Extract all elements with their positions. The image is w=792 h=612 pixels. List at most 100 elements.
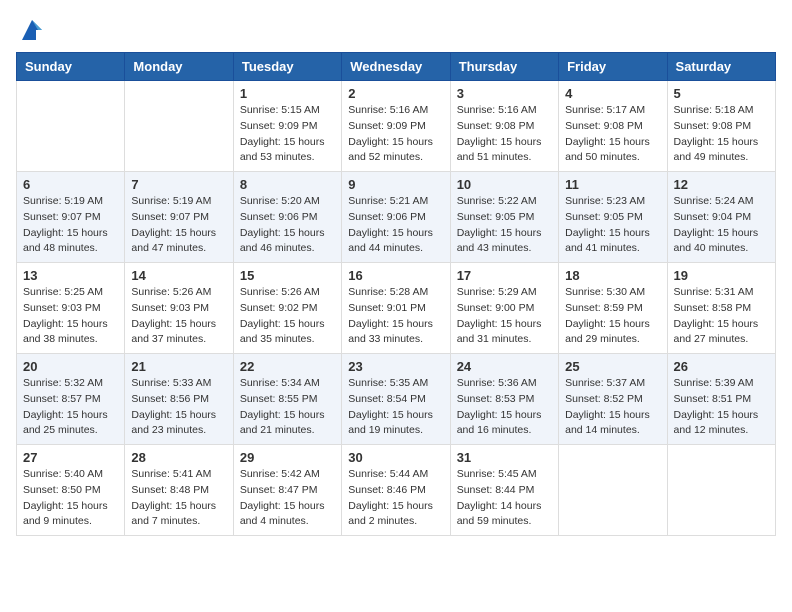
day-number: 1 — [240, 86, 335, 101]
weekday-header-wednesday: Wednesday — [342, 53, 450, 81]
logo-icon — [18, 16, 46, 44]
day-info: Sunrise: 5:31 AMSunset: 8:58 PMDaylight:… — [674, 285, 769, 348]
day-number: 26 — [674, 359, 769, 374]
calendar-cell: 22 Sunrise: 5:34 AMSunset: 8:55 PMDaylig… — [233, 354, 341, 445]
calendar-cell: 27 Sunrise: 5:40 AMSunset: 8:50 PMDaylig… — [17, 445, 125, 536]
day-info: Sunrise: 5:36 AMSunset: 8:53 PMDaylight:… — [457, 376, 552, 439]
calendar-cell: 18 Sunrise: 5:30 AMSunset: 8:59 PMDaylig… — [559, 263, 667, 354]
day-info: Sunrise: 5:23 AMSunset: 9:05 PMDaylight:… — [565, 194, 660, 257]
calendar-week-row: 1 Sunrise: 5:15 AMSunset: 9:09 PMDayligh… — [17, 81, 776, 172]
day-info: Sunrise: 5:19 AMSunset: 9:07 PMDaylight:… — [131, 194, 226, 257]
calendar-cell: 1 Sunrise: 5:15 AMSunset: 9:09 PMDayligh… — [233, 81, 341, 172]
calendar-cell: 15 Sunrise: 5:26 AMSunset: 9:02 PMDaylig… — [233, 263, 341, 354]
calendar-cell: 5 Sunrise: 5:18 AMSunset: 9:08 PMDayligh… — [667, 81, 775, 172]
day-info: Sunrise: 5:26 AMSunset: 9:02 PMDaylight:… — [240, 285, 335, 348]
calendar-cell: 12 Sunrise: 5:24 AMSunset: 9:04 PMDaylig… — [667, 172, 775, 263]
day-number: 17 — [457, 268, 552, 283]
day-number: 19 — [674, 268, 769, 283]
page-header — [16, 16, 776, 44]
day-info: Sunrise: 5:39 AMSunset: 8:51 PMDaylight:… — [674, 376, 769, 439]
day-number: 25 — [565, 359, 660, 374]
day-info: Sunrise: 5:25 AMSunset: 9:03 PMDaylight:… — [23, 285, 118, 348]
calendar-cell: 28 Sunrise: 5:41 AMSunset: 8:48 PMDaylig… — [125, 445, 233, 536]
day-number: 9 — [348, 177, 443, 192]
day-number: 13 — [23, 268, 118, 283]
calendar-cell — [559, 445, 667, 536]
day-number: 12 — [674, 177, 769, 192]
calendar-cell: 13 Sunrise: 5:25 AMSunset: 9:03 PMDaylig… — [17, 263, 125, 354]
day-number: 24 — [457, 359, 552, 374]
day-info: Sunrise: 5:33 AMSunset: 8:56 PMDaylight:… — [131, 376, 226, 439]
day-info: Sunrise: 5:19 AMSunset: 9:07 PMDaylight:… — [23, 194, 118, 257]
day-info: Sunrise: 5:16 AMSunset: 9:09 PMDaylight:… — [348, 103, 443, 166]
day-number: 5 — [674, 86, 769, 101]
day-info: Sunrise: 5:32 AMSunset: 8:57 PMDaylight:… — [23, 376, 118, 439]
day-info: Sunrise: 5:42 AMSunset: 8:47 PMDaylight:… — [240, 467, 335, 530]
calendar-cell: 7 Sunrise: 5:19 AMSunset: 9:07 PMDayligh… — [125, 172, 233, 263]
day-number: 8 — [240, 177, 335, 192]
calendar-cell: 26 Sunrise: 5:39 AMSunset: 8:51 PMDaylig… — [667, 354, 775, 445]
calendar-cell: 4 Sunrise: 5:17 AMSunset: 9:08 PMDayligh… — [559, 81, 667, 172]
day-number: 11 — [565, 177, 660, 192]
day-info: Sunrise: 5:18 AMSunset: 9:08 PMDaylight:… — [674, 103, 769, 166]
calendar-cell — [125, 81, 233, 172]
calendar-cell: 3 Sunrise: 5:16 AMSunset: 9:08 PMDayligh… — [450, 81, 558, 172]
day-info: Sunrise: 5:37 AMSunset: 8:52 PMDaylight:… — [565, 376, 660, 439]
day-info: Sunrise: 5:21 AMSunset: 9:06 PMDaylight:… — [348, 194, 443, 257]
day-info: Sunrise: 5:45 AMSunset: 8:44 PMDaylight:… — [457, 467, 552, 530]
calendar-week-row: 27 Sunrise: 5:40 AMSunset: 8:50 PMDaylig… — [17, 445, 776, 536]
calendar-week-row: 6 Sunrise: 5:19 AMSunset: 9:07 PMDayligh… — [17, 172, 776, 263]
day-number: 21 — [131, 359, 226, 374]
calendar-cell: 17 Sunrise: 5:29 AMSunset: 9:00 PMDaylig… — [450, 263, 558, 354]
day-number: 29 — [240, 450, 335, 465]
calendar-cell: 21 Sunrise: 5:33 AMSunset: 8:56 PMDaylig… — [125, 354, 233, 445]
day-info: Sunrise: 5:24 AMSunset: 9:04 PMDaylight:… — [674, 194, 769, 257]
day-number: 10 — [457, 177, 552, 192]
weekday-header-monday: Monday — [125, 53, 233, 81]
weekday-header-row: SundayMondayTuesdayWednesdayThursdayFrid… — [17, 53, 776, 81]
calendar-cell: 30 Sunrise: 5:44 AMSunset: 8:46 PMDaylig… — [342, 445, 450, 536]
day-number: 31 — [457, 450, 552, 465]
weekday-header-friday: Friday — [559, 53, 667, 81]
calendar-cell: 10 Sunrise: 5:22 AMSunset: 9:05 PMDaylig… — [450, 172, 558, 263]
day-number: 3 — [457, 86, 552, 101]
weekday-header-sunday: Sunday — [17, 53, 125, 81]
day-info: Sunrise: 5:44 AMSunset: 8:46 PMDaylight:… — [348, 467, 443, 530]
calendar-cell — [17, 81, 125, 172]
day-number: 27 — [23, 450, 118, 465]
day-number: 22 — [240, 359, 335, 374]
calendar-cell: 23 Sunrise: 5:35 AMSunset: 8:54 PMDaylig… — [342, 354, 450, 445]
calendar-cell — [667, 445, 775, 536]
day-number: 14 — [131, 268, 226, 283]
day-info: Sunrise: 5:29 AMSunset: 9:00 PMDaylight:… — [457, 285, 552, 348]
day-info: Sunrise: 5:16 AMSunset: 9:08 PMDaylight:… — [457, 103, 552, 166]
day-number: 28 — [131, 450, 226, 465]
calendar-cell: 29 Sunrise: 5:42 AMSunset: 8:47 PMDaylig… — [233, 445, 341, 536]
day-info: Sunrise: 5:26 AMSunset: 9:03 PMDaylight:… — [131, 285, 226, 348]
calendar-cell: 16 Sunrise: 5:28 AMSunset: 9:01 PMDaylig… — [342, 263, 450, 354]
calendar-cell: 8 Sunrise: 5:20 AMSunset: 9:06 PMDayligh… — [233, 172, 341, 263]
day-number: 6 — [23, 177, 118, 192]
day-number: 2 — [348, 86, 443, 101]
day-number: 18 — [565, 268, 660, 283]
day-info: Sunrise: 5:28 AMSunset: 9:01 PMDaylight:… — [348, 285, 443, 348]
day-number: 4 — [565, 86, 660, 101]
day-info: Sunrise: 5:40 AMSunset: 8:50 PMDaylight:… — [23, 467, 118, 530]
day-number: 30 — [348, 450, 443, 465]
weekday-header-thursday: Thursday — [450, 53, 558, 81]
calendar-week-row: 13 Sunrise: 5:25 AMSunset: 9:03 PMDaylig… — [17, 263, 776, 354]
day-info: Sunrise: 5:17 AMSunset: 9:08 PMDaylight:… — [565, 103, 660, 166]
day-info: Sunrise: 5:34 AMSunset: 8:55 PMDaylight:… — [240, 376, 335, 439]
weekday-header-tuesday: Tuesday — [233, 53, 341, 81]
calendar-week-row: 20 Sunrise: 5:32 AMSunset: 8:57 PMDaylig… — [17, 354, 776, 445]
day-info: Sunrise: 5:30 AMSunset: 8:59 PMDaylight:… — [565, 285, 660, 348]
logo — [16, 16, 46, 44]
day-info: Sunrise: 5:15 AMSunset: 9:09 PMDaylight:… — [240, 103, 335, 166]
calendar-cell: 20 Sunrise: 5:32 AMSunset: 8:57 PMDaylig… — [17, 354, 125, 445]
day-number: 23 — [348, 359, 443, 374]
calendar-cell: 14 Sunrise: 5:26 AMSunset: 9:03 PMDaylig… — [125, 263, 233, 354]
day-number: 7 — [131, 177, 226, 192]
day-info: Sunrise: 5:35 AMSunset: 8:54 PMDaylight:… — [348, 376, 443, 439]
day-number: 20 — [23, 359, 118, 374]
calendar-cell: 6 Sunrise: 5:19 AMSunset: 9:07 PMDayligh… — [17, 172, 125, 263]
